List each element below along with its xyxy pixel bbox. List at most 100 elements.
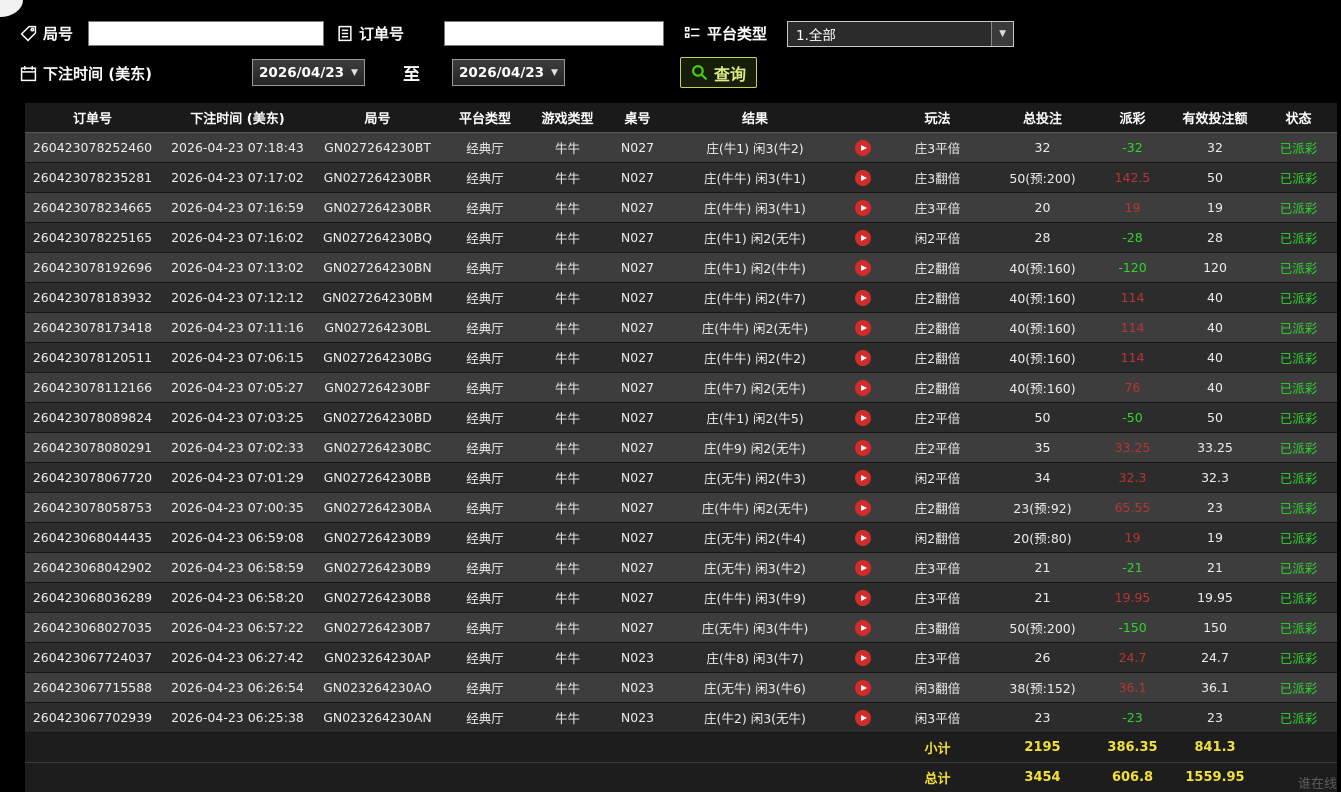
cell-valid-bet: 19 (1170, 523, 1260, 552)
replay-button[interactable] (855, 200, 871, 216)
replay-button[interactable] (855, 710, 871, 726)
replay-button[interactable] (855, 470, 871, 486)
cell-table-no: N023 (605, 703, 670, 732)
play-icon (861, 295, 867, 301)
cell-round-id: GN027264230B7 (315, 613, 440, 642)
cell-round-id: GN027264230BR (315, 193, 440, 222)
round-input[interactable] (88, 21, 324, 46)
replay-button[interactable] (855, 620, 871, 636)
cell-platform: 经典厅 (440, 433, 530, 462)
cell-game-type: 牛牛 (530, 643, 605, 672)
cell-bet-time: 2026-04-23 07:03:25 (160, 403, 315, 432)
cell-platform: 经典厅 (440, 703, 530, 732)
replay-cell (840, 433, 885, 462)
corner-decoration (0, 0, 23, 17)
cell-bet-time: 2026-04-23 07:02:33 (160, 433, 315, 462)
cell-result: 庄(牛7) 闲2(无牛) (670, 373, 840, 402)
table-header: 订单号下注时间 (美东)局号平台类型游戏类型桌号结果玩法总投注派彩有效投注额状态 (25, 103, 1337, 133)
replay-button[interactable] (855, 590, 871, 606)
replay-cell (840, 553, 885, 582)
cell-table-no: N027 (605, 373, 670, 402)
replay-button[interactable] (855, 260, 871, 276)
table-body: 2604230782524602026-04-23 07:18:43GN0272… (25, 133, 1337, 733)
date-from-value: 2026/04/23 (259, 65, 344, 81)
cell-result: 庄(牛2) 闲3(无牛) (670, 703, 840, 732)
cell-bet-time: 2026-04-23 07:18:43 (160, 133, 315, 162)
date-from-picker[interactable]: 2026/04/23 ▼ (252, 59, 365, 86)
cell-play-type: 庄2翻倍 (885, 283, 990, 312)
cell-play-type: 闲3平倍 (885, 703, 990, 732)
cell-result: 庄(牛1) 闲2(无牛) (670, 223, 840, 252)
replay-cell (840, 583, 885, 612)
cell-valid-bet: 36.1 (1170, 673, 1260, 702)
cell-order-id: 260423078080291 (25, 433, 160, 462)
cell-payout: 19 (1095, 523, 1170, 552)
table-row: 2604230781926962026-04-23 07:13:02GN0272… (25, 253, 1337, 283)
cell-game-type: 牛牛 (530, 223, 605, 252)
order-input[interactable] (444, 21, 664, 46)
platform-select[interactable]: 1.全部 ▼ (787, 21, 1014, 47)
cell-status: 已派彩 (1260, 253, 1337, 282)
cell-round-id: GN027264230BB (315, 463, 440, 492)
replay-button[interactable] (855, 230, 871, 246)
table-row: 2604230677155882026-04-23 06:26:54GN0232… (25, 673, 1337, 703)
cell-valid-bet: 50 (1170, 403, 1260, 432)
play-icon (861, 145, 867, 151)
table-row: 2604230677029392026-04-23 06:25:38GN0232… (25, 703, 1337, 733)
cell-table-no: N023 (605, 643, 670, 672)
play-icon (861, 625, 867, 631)
play-icon (861, 385, 867, 391)
replay-button[interactable] (855, 500, 871, 516)
date-to-picker[interactable]: 2026/04/23 ▼ (452, 59, 565, 86)
cell-status: 已派彩 (1260, 373, 1337, 402)
cell-platform: 经典厅 (440, 613, 530, 642)
cell-payout: 19 (1095, 193, 1170, 222)
cell-status: 已派彩 (1260, 343, 1337, 372)
replay-button[interactable] (855, 290, 871, 306)
cell-platform: 经典厅 (440, 283, 530, 312)
cell-result: 庄(牛9) 闲2(无牛) (670, 433, 840, 462)
replay-button[interactable] (855, 650, 871, 666)
table-row: 2604230780802912026-04-23 07:02:33GN0272… (25, 433, 1337, 463)
cell-platform: 经典厅 (440, 223, 530, 252)
to-label: 至 (403, 59, 420, 85)
play-icon (861, 235, 867, 241)
cell-platform: 经典厅 (440, 253, 530, 282)
replay-button[interactable] (855, 530, 871, 546)
replay-cell (840, 313, 885, 342)
play-icon (861, 535, 867, 541)
subtotal-payout: 386.35 (1095, 733, 1170, 762)
replay-button[interactable] (855, 320, 871, 336)
replay-button[interactable] (855, 170, 871, 186)
cell-status: 已派彩 (1260, 583, 1337, 612)
replay-button[interactable] (855, 350, 871, 366)
query-button[interactable]: 查询 (680, 57, 757, 88)
replay-button[interactable] (855, 680, 871, 696)
replay-button[interactable] (855, 410, 871, 426)
replay-cell (840, 613, 885, 642)
cell-status: 已派彩 (1260, 223, 1337, 252)
cell-payout: 65.55 (1095, 493, 1170, 522)
cell-round-id: GN027264230BG (315, 343, 440, 372)
replay-button[interactable] (855, 140, 871, 156)
play-icon (861, 445, 867, 451)
cell-table-no: N027 (605, 313, 670, 342)
subtotal-label: 小计 (885, 733, 990, 762)
cell-total-bet: 28 (990, 223, 1095, 252)
document-icon (337, 25, 353, 42)
cell-platform: 经典厅 (440, 583, 530, 612)
cell-table-no: N027 (605, 133, 670, 162)
cell-status: 已派彩 (1260, 403, 1337, 432)
cell-round-id: GN023264230AO (315, 673, 440, 702)
replay-cell (840, 283, 885, 312)
cell-total-bet: 21 (990, 583, 1095, 612)
cell-table-no: N027 (605, 223, 670, 252)
cell-table-no: N027 (605, 493, 670, 522)
replay-button[interactable] (855, 380, 871, 396)
replay-button[interactable] (855, 440, 871, 456)
subtotal-row: 小计 2195 386.35 841.3 (25, 733, 1337, 763)
order-filter-label: 订单号 (337, 20, 404, 46)
replay-button[interactable] (855, 560, 871, 576)
cell-play-type: 闲3翻倍 (885, 673, 990, 702)
table-row: 2604230680362892026-04-23 06:58:20GN0272… (25, 583, 1337, 613)
